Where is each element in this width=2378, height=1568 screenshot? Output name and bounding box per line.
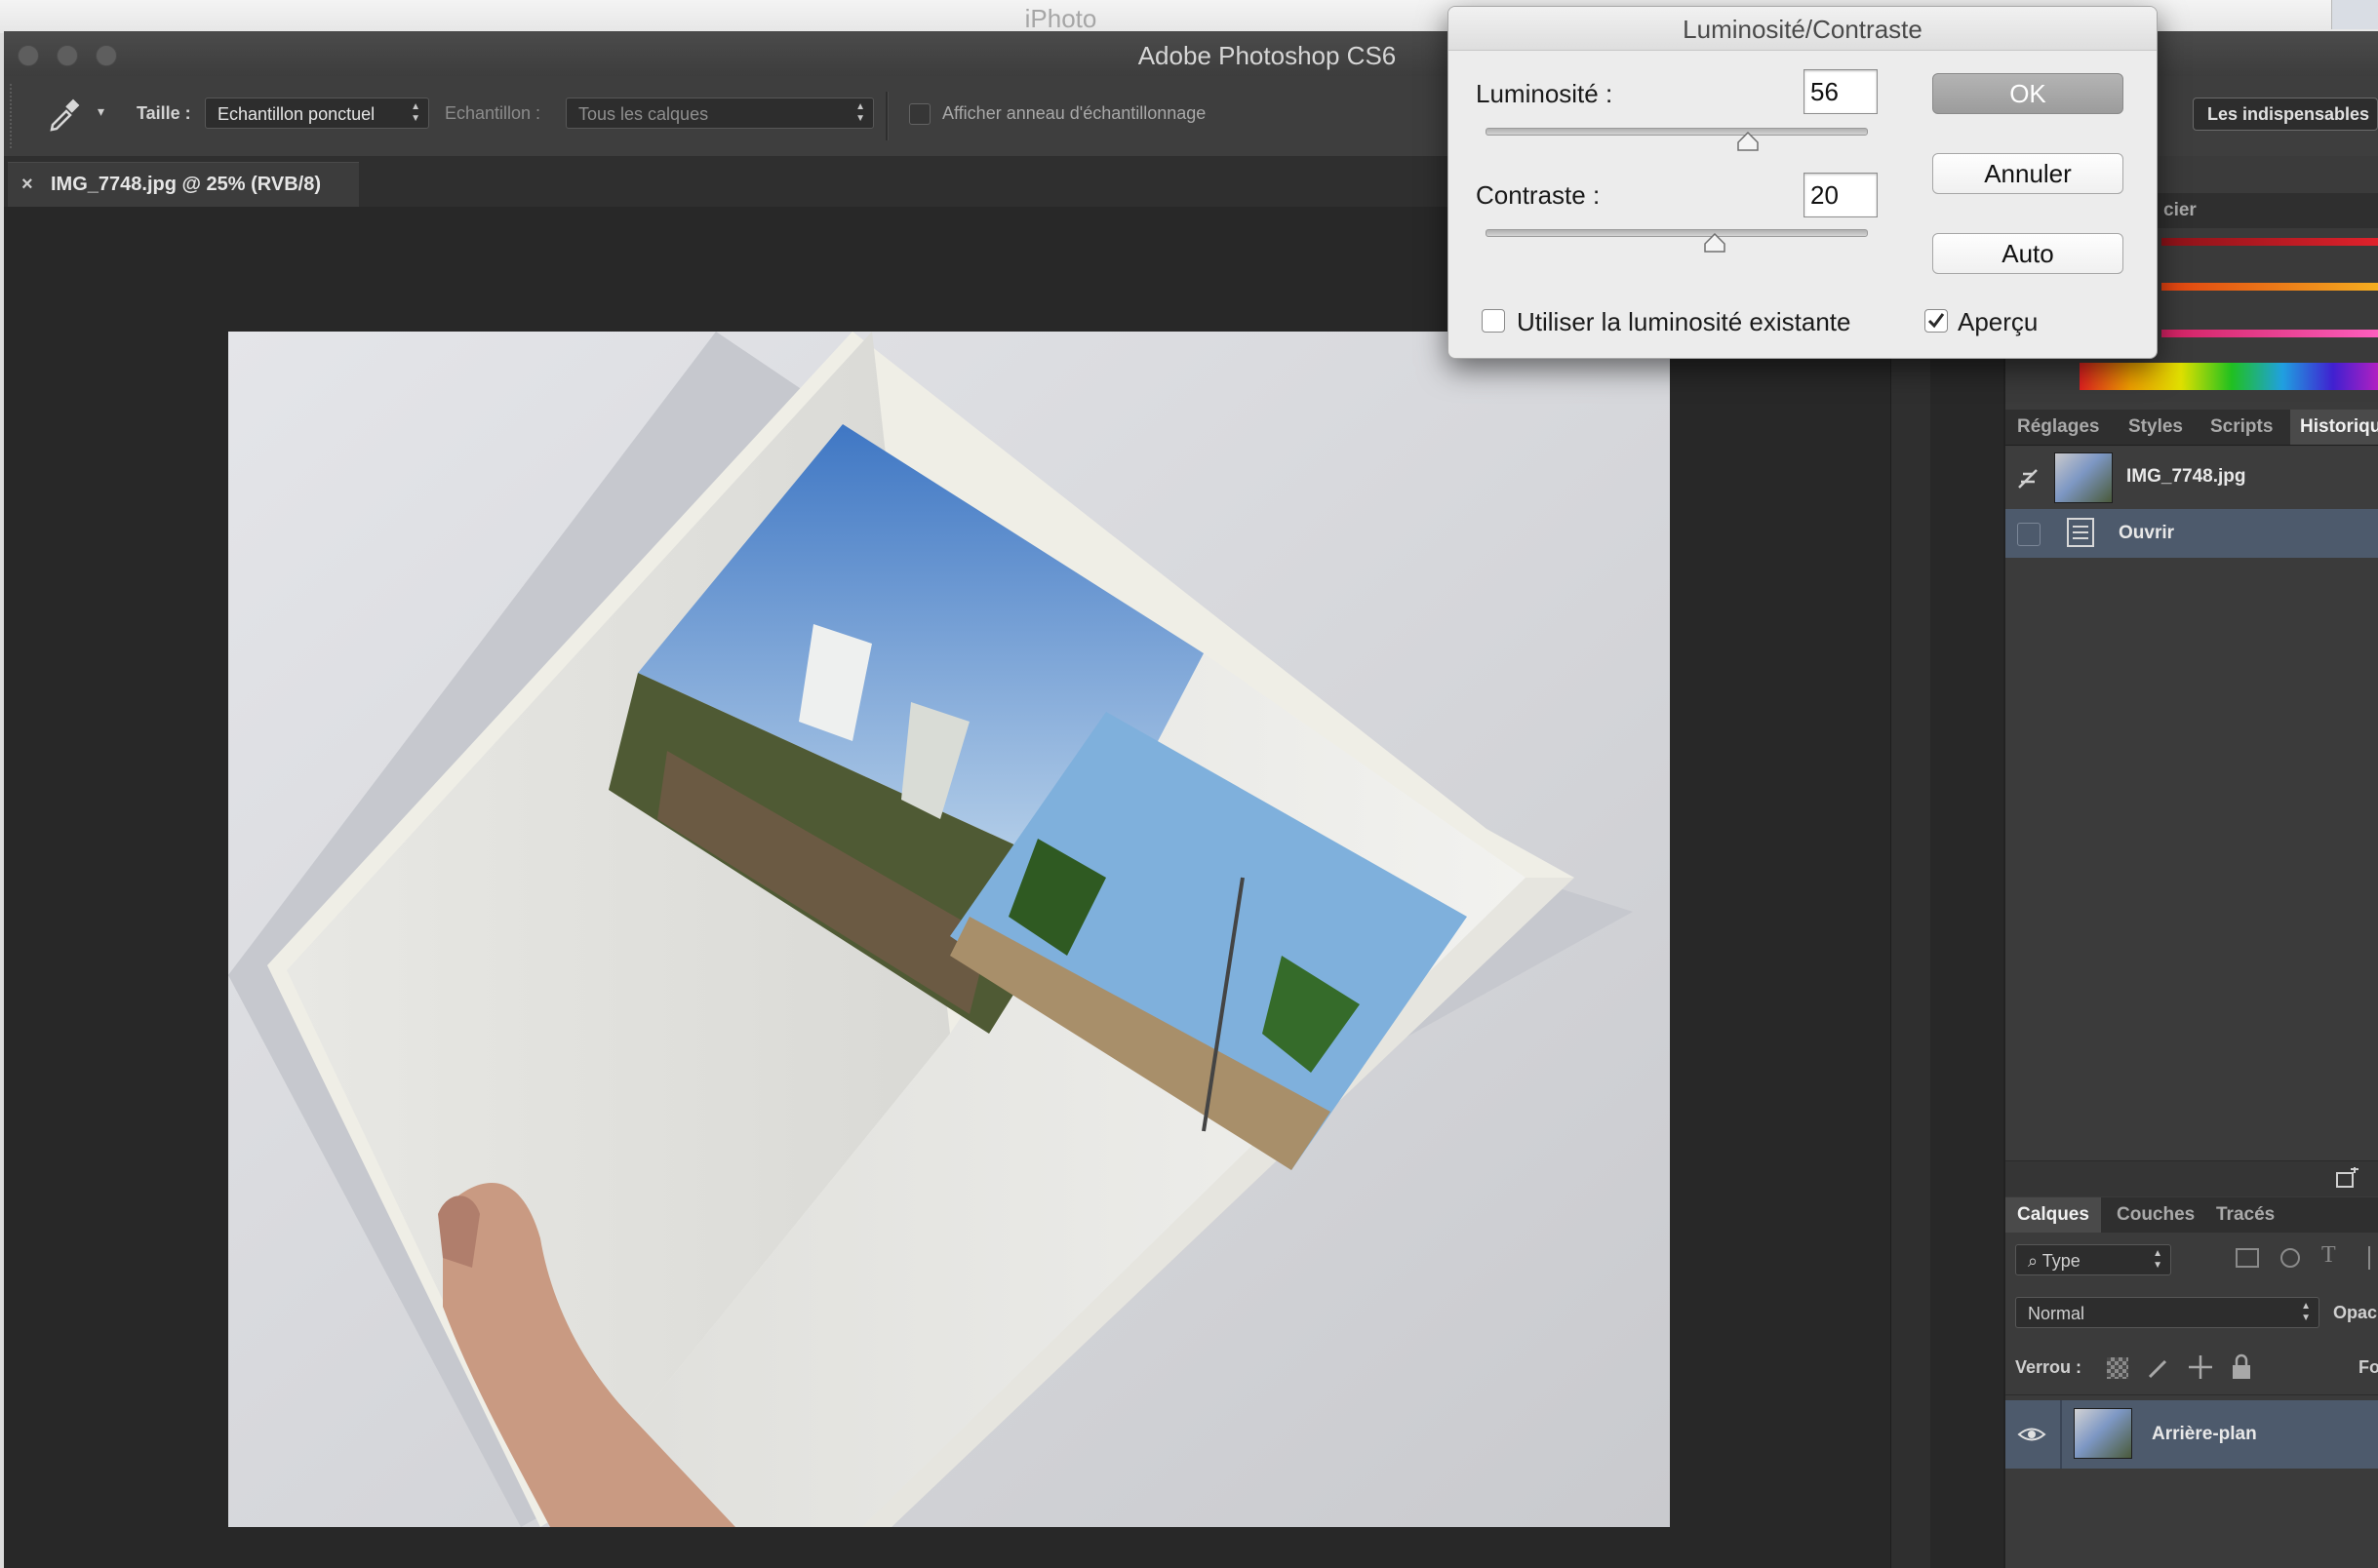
history-snapshot-row[interactable]: IMG_7748.jpg <box>2005 447 2378 510</box>
sample-label: Echantillon : <box>445 103 541 123</box>
select-arrows-icon: ▲ ▼ <box>2301 1301 2311 1323</box>
blend-mode-select[interactable]: Normal ▲ ▼ <box>2015 1297 2319 1328</box>
history-list-empty <box>2005 558 2378 1162</box>
options-bar-grip <box>10 84 16 148</box>
document-tab[interactable]: × IMG_7748.jpg @ 25% (RVB/8) <box>8 162 359 208</box>
layer-filter-value: Type <box>2041 1251 2081 1271</box>
tab-styles[interactable]: Styles <box>2128 410 2183 445</box>
color-ramp-magenta[interactable] <box>2161 330 2378 337</box>
search-icon: ⌕ <box>2028 1251 2042 1271</box>
spectrum-bar[interactable] <box>2080 363 2378 390</box>
layer-name[interactable]: Arrière-plan <box>2152 1424 2257 1445</box>
layer-filter-select[interactable]: ⌕ Type ▲ ▼ <box>2015 1244 2171 1275</box>
brightness-contrast-dialog: Luminosité/Contraste Luminosité : 56 Con… <box>1447 6 2158 359</box>
contrast-slider-track[interactable] <box>1486 229 1868 237</box>
history-state-row[interactable]: Ouvrir <box>2005 509 2378 558</box>
color-ramp-orange[interactable] <box>2161 283 2378 291</box>
history-state-label: Ouvrir <box>2119 523 2175 543</box>
sampling-ring-checkbox[interactable] <box>909 103 931 125</box>
tab-scripts[interactable]: Scripts <box>2210 410 2273 445</box>
brightness-slider-thumb[interactable] <box>1737 131 1759 151</box>
lock-all-icon[interactable] <box>2230 1353 2253 1381</box>
select-arrows-icon: ▲ ▼ <box>855 101 865 124</box>
size-select[interactable]: Echantillon ponctuel ▲ ▼ <box>205 98 429 129</box>
preview-label: Aperçu <box>1958 307 2039 336</box>
history-brush-source-icon[interactable] <box>2015 464 2042 491</box>
history-state-checkbox[interactable] <box>2017 523 2041 546</box>
lock-position-icon[interactable] <box>2187 1353 2214 1381</box>
contrast-input[interactable]: 20 <box>1803 173 1878 217</box>
tab-history[interactable]: Historique <box>2290 410 2378 445</box>
layer-row-divider <box>2060 1400 2062 1469</box>
lock-label: Verrou : <box>2015 1357 2082 1377</box>
blend-mode-value: Normal <box>2028 1304 2085 1323</box>
contrast-slider-thumb[interactable] <box>1704 232 1725 253</box>
fill-label: Fo <box>2358 1357 2378 1377</box>
layer-filter-row: ⌕ Type ▲ ▼ T <box>2005 1233 2378 1286</box>
history-snapshot-label: IMG_7748.jpg <box>2126 466 2246 487</box>
cancel-button[interactable]: Annuler <box>1932 153 2123 194</box>
shape-layer-filter-icon[interactable] <box>2368 1246 2378 1270</box>
checkmark-icon <box>1927 313 1945 329</box>
document-image <box>228 332 1670 1527</box>
workspace-switcher[interactable]: Les indispensables <box>2193 98 2378 131</box>
sample-select[interactable]: Tous les calques ▲ ▼ <box>566 98 874 129</box>
new-snapshot-icon[interactable] <box>2333 1165 2360 1191</box>
select-arrows-icon: ▲ ▼ <box>2153 1248 2162 1271</box>
ok-button[interactable]: OK <box>1932 73 2123 114</box>
auto-button[interactable]: Auto <box>1932 233 2123 274</box>
brightness-label: Luminosité : <box>1476 79 1613 108</box>
lock-transparency-icon[interactable] <box>2107 1357 2128 1379</box>
layer-row-background[interactable]: Arrière-plan <box>2005 1400 2378 1469</box>
dialog-title-bar[interactable]: Luminosité/Contraste <box>1448 7 2157 51</box>
options-separator <box>886 92 889 140</box>
color-ramp-red[interactable] <box>2161 238 2378 246</box>
document-tab-label: IMG_7748.jpg @ 25% (RVB/8) <box>51 174 322 195</box>
close-tab-icon[interactable]: × <box>21 163 33 206</box>
layer-visibility-eye-icon[interactable] <box>2017 1420 2046 1449</box>
brightness-slider-track[interactable] <box>1486 128 1868 136</box>
adjustment-layer-filter-icon[interactable] <box>2280 1248 2300 1268</box>
legacy-label: Utiliser la luminosité existante <box>1517 307 1851 336</box>
sample-select-value: Tous les calques <box>578 104 709 124</box>
select-arrows-icon: ▲ ▼ <box>411 101 420 124</box>
blend-row: Normal ▲ ▼ Opac <box>2005 1285 2378 1341</box>
size-select-value: Echantillon ponctuel <box>218 104 376 124</box>
contrast-label: Contraste : <box>1476 180 1601 210</box>
lock-row: Verrou : Fo <box>2005 1340 2378 1395</box>
layers-tab-row: Calques Couches Tracés <box>2005 1197 2378 1234</box>
size-label: Taille : <box>137 103 191 123</box>
tab-layers[interactable]: Calques <box>2005 1197 2101 1233</box>
tab-swatches-partial[interactable]: cier <box>2163 193 2197 228</box>
pixel-layer-filter-icon[interactable] <box>2236 1248 2259 1268</box>
legacy-checkbox[interactable] <box>1482 309 1505 333</box>
dialog-title: Luminosité/Contraste <box>1683 15 1922 44</box>
layer-thumbnail[interactable] <box>2074 1408 2132 1459</box>
brightness-input[interactable]: 56 <box>1803 69 1878 114</box>
tool-preset-chevron-icon[interactable]: ▾ <box>98 103 104 120</box>
layers-empty-area <box>2005 1469 2378 1568</box>
tab-paths[interactable]: Tracés <box>2216 1197 2275 1233</box>
eyedropper-tool-icon[interactable] <box>43 94 82 133</box>
history-tab-row: Réglages Styles Scripts Historique <box>2005 410 2378 446</box>
preview-checkbox[interactable] <box>1924 309 1948 333</box>
history-snapshot-thumbnail <box>2054 452 2113 503</box>
document-icon <box>2066 517 2095 548</box>
lock-pixels-icon[interactable] <box>2146 1355 2171 1381</box>
type-layer-filter-icon[interactable]: T <box>2321 1242 2336 1269</box>
tab-channels[interactable]: Couches <box>2117 1197 2195 1233</box>
right-panel-column: cier Réglages Styles Scripts Historique … <box>2003 156 2378 1568</box>
sampling-ring-label: Afficher anneau d'échantillonnage <box>942 103 1207 123</box>
opacity-label: Opac <box>2333 1303 2378 1322</box>
background-window-edge <box>2331 0 2378 29</box>
panel-dock-strip <box>1890 156 1930 1568</box>
history-footer <box>2005 1160 2378 1196</box>
tab-adjustments[interactable]: Réglages <box>2017 410 2099 445</box>
